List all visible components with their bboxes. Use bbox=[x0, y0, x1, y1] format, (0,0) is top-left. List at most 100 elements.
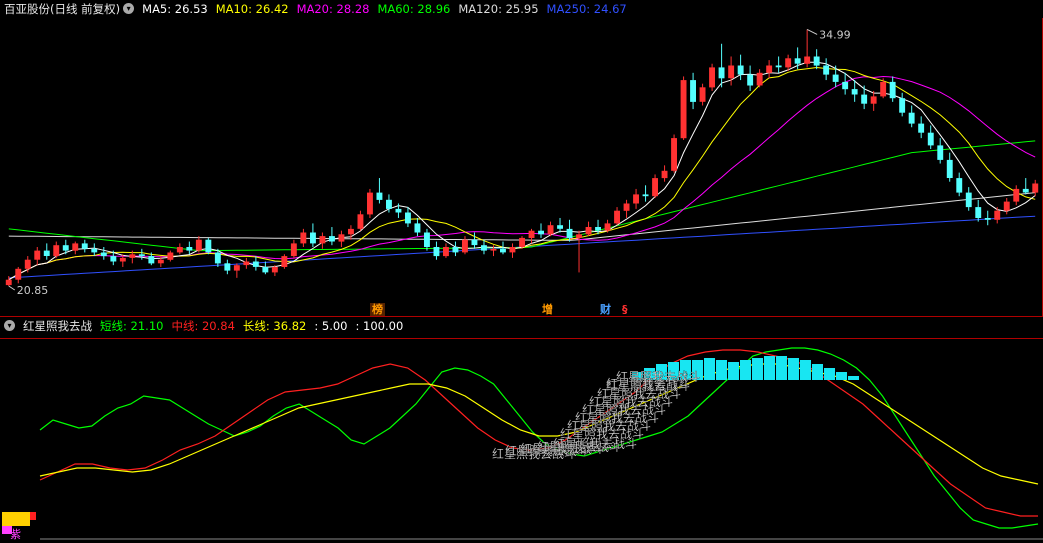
candle-body bbox=[233, 265, 240, 271]
candle-body bbox=[138, 254, 145, 257]
candle-body bbox=[433, 247, 440, 257]
candle-body bbox=[405, 212, 411, 224]
candle-body bbox=[747, 74, 754, 86]
candle-body bbox=[452, 247, 459, 253]
signal-bar bbox=[776, 356, 787, 380]
ma60-line bbox=[8, 140, 1036, 252]
badge-bang[interactable]: 榜 bbox=[370, 303, 385, 316]
candle-body bbox=[956, 178, 963, 193]
candle-body bbox=[395, 208, 402, 213]
candle-body bbox=[376, 192, 383, 200]
candle-body bbox=[642, 194, 649, 197]
candle-body bbox=[1013, 188, 1020, 202]
candle-body bbox=[1003, 201, 1010, 211]
candle-body bbox=[965, 192, 972, 208]
candle-body bbox=[623, 203, 630, 211]
candle-body bbox=[614, 210, 620, 224]
candle-body bbox=[671, 138, 677, 171]
candle-body bbox=[462, 239, 468, 253]
candle-body bbox=[414, 223, 421, 233]
signal-bar bbox=[812, 364, 823, 380]
candle-body bbox=[72, 243, 79, 251]
candle-body bbox=[927, 132, 934, 146]
candle-body bbox=[946, 159, 953, 178]
candle-body bbox=[471, 239, 478, 246]
candle-body bbox=[157, 259, 164, 264]
badge-section[interactable]: § bbox=[622, 303, 628, 316]
candle-body bbox=[766, 65, 773, 73]
candle-body bbox=[214, 252, 221, 264]
candle-body bbox=[100, 252, 107, 257]
low-pointer bbox=[8, 285, 16, 291]
candle-body bbox=[813, 56, 820, 66]
indicator-chart[interactable]: 紫红星照我去战斗红星照我去战斗红星照我去战斗红星照我去战斗红星照我去战斗红星照我… bbox=[0, 318, 1043, 543]
candle-body bbox=[509, 247, 516, 253]
corner-block bbox=[30, 512, 36, 520]
candle-body bbox=[728, 65, 735, 79]
candle-body bbox=[357, 214, 364, 229]
candle-body bbox=[262, 267, 269, 273]
candle-body bbox=[870, 96, 877, 104]
candle-body bbox=[281, 256, 288, 267]
candle-body bbox=[1032, 183, 1039, 193]
candle-body bbox=[918, 123, 925, 133]
signal-bar bbox=[788, 358, 799, 380]
candle-body bbox=[604, 223, 611, 231]
candle-body bbox=[224, 263, 231, 271]
signal-text: 红星照我去战斗 bbox=[606, 376, 690, 391]
candle-body bbox=[718, 67, 725, 79]
ma20-line bbox=[8, 75, 1036, 281]
candle-body bbox=[110, 256, 117, 262]
high-pointer bbox=[806, 28, 818, 35]
candle-body bbox=[756, 72, 763, 86]
candle-body bbox=[424, 232, 430, 247]
corner-block bbox=[2, 512, 30, 526]
candle-body bbox=[167, 252, 174, 260]
price-chart[interactable]: 34.99 20.85 bbox=[0, 0, 1043, 318]
candle-body bbox=[585, 227, 592, 235]
candle-body bbox=[290, 243, 297, 257]
candle-body bbox=[186, 247, 193, 251]
candle-body bbox=[899, 98, 906, 113]
candle-body bbox=[823, 65, 830, 75]
signal-bar bbox=[824, 368, 835, 380]
candle-body bbox=[319, 236, 326, 244]
candle-body bbox=[81, 243, 88, 249]
candle-body bbox=[699, 87, 706, 102]
signal-bar bbox=[764, 356, 775, 380]
signal-bar bbox=[716, 360, 727, 380]
candle-body bbox=[595, 227, 601, 231]
candle-body bbox=[861, 94, 868, 104]
high-price-label: 34.99 bbox=[819, 28, 851, 41]
candle-body bbox=[53, 245, 60, 257]
candle-body bbox=[176, 247, 183, 253]
candle-body bbox=[557, 225, 563, 229]
candle-body bbox=[500, 248, 506, 253]
candle-body bbox=[547, 225, 554, 235]
candle-body bbox=[91, 248, 98, 253]
candle-body bbox=[443, 247, 449, 257]
candle-body bbox=[661, 170, 668, 179]
candle-body bbox=[832, 74, 839, 82]
candle-body bbox=[15, 268, 22, 280]
short-line bbox=[39, 347, 1039, 529]
candle-body bbox=[195, 239, 202, 251]
candle-body bbox=[34, 250, 41, 260]
corner-mark: 紫 bbox=[10, 528, 21, 541]
candle-body bbox=[576, 234, 582, 238]
badge-cai[interactable]: 财 bbox=[600, 303, 611, 316]
candle-body bbox=[842, 81, 849, 90]
badge-zeng[interactable]: 增 bbox=[542, 303, 553, 316]
candle-body bbox=[519, 237, 525, 247]
candle-body bbox=[652, 178, 658, 197]
candle-body bbox=[737, 65, 744, 75]
candle-body bbox=[24, 259, 31, 269]
candle-body bbox=[794, 58, 801, 64]
candle-body bbox=[481, 245, 487, 251]
candle-body bbox=[243, 261, 250, 266]
candle-body bbox=[252, 261, 259, 267]
candle-body bbox=[148, 256, 155, 264]
candle-body bbox=[804, 56, 811, 64]
candle-body bbox=[775, 65, 782, 68]
candle-body bbox=[709, 67, 715, 88]
